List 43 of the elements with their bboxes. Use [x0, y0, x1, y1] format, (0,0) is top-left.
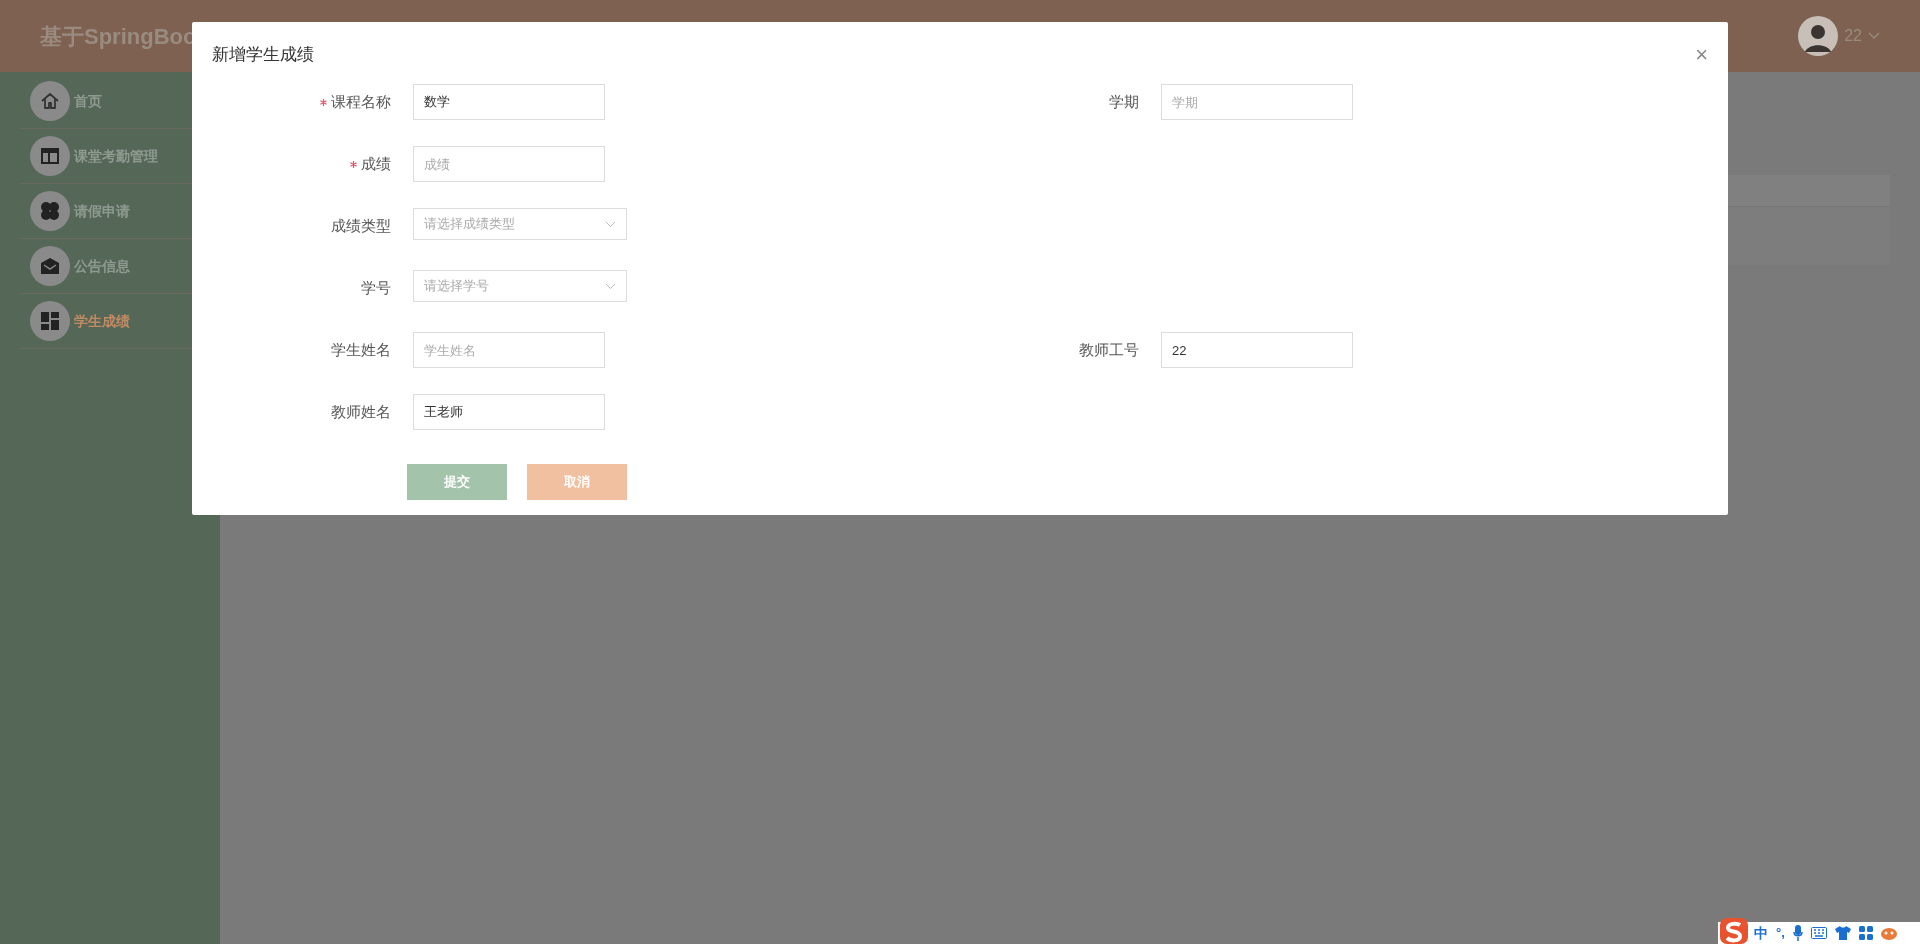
- field-label: 成绩类型: [331, 215, 391, 236]
- field-label: 学生姓名: [331, 339, 391, 360]
- mascot-icon[interactable]: [1880, 926, 1897, 940]
- avatar-icon: [1798, 16, 1839, 56]
- input-field[interactable]: 22: [1161, 332, 1353, 368]
- input-mode-text[interactable]: 中: [1754, 922, 1768, 944]
- close-button[interactable]: ×: [1695, 44, 1708, 66]
- input-field[interactable]: 学生姓名: [413, 332, 605, 368]
- microphone-icon[interactable]: [1792, 925, 1803, 941]
- input-field[interactable]: 学期: [1161, 84, 1353, 120]
- field-label: 教师姓名: [331, 401, 391, 422]
- sogou-logo-icon[interactable]: [1720, 918, 1748, 944]
- field-label: 学号: [361, 277, 391, 298]
- sidebar-item[interactable]: 学生成绩: [74, 310, 130, 332]
- home-icon: [39, 90, 61, 112]
- sidebar-item[interactable]: 请假申请: [74, 200, 130, 222]
- field-label: 学期: [1109, 91, 1139, 112]
- submit-button[interactable]: 提交: [407, 464, 507, 500]
- input-field[interactable]: 成绩: [413, 146, 605, 182]
- asterisk-icon: [320, 98, 327, 106]
- input-field[interactable]: 数学: [413, 84, 605, 120]
- select-field[interactable]: 请选择成绩类型: [413, 208, 627, 240]
- sidebar-item[interactable]: 课堂考勤管理: [74, 145, 158, 167]
- input-field[interactable]: 王老师: [413, 394, 605, 430]
- keyboard-icon[interactable]: [1810, 927, 1827, 939]
- asterisk-icon: [350, 160, 357, 168]
- dashboard-icon: [39, 310, 61, 332]
- clover-icon: [39, 200, 61, 222]
- shirt-icon[interactable]: [1834, 926, 1851, 940]
- grid-icon[interactable]: [1858, 926, 1873, 940]
- field-label: 成绩: [361, 153, 391, 174]
- chevron-down-icon: [605, 282, 616, 290]
- chevron-down-icon: [605, 220, 616, 228]
- layout-icon: [39, 145, 61, 167]
- sidebar-item[interactable]: 首页: [74, 90, 102, 112]
- envelope-icon: [39, 255, 61, 277]
- punctuation-text[interactable]: °,: [1776, 923, 1785, 943]
- select-field[interactable]: 请选择学号: [413, 270, 627, 302]
- sidebar-item[interactable]: 公告信息: [74, 255, 130, 277]
- dialog-title: 新增学生成绩: [212, 44, 314, 67]
- field-label: 教师工号: [1079, 339, 1139, 360]
- field-label: 课程名称: [331, 91, 391, 112]
- cancel-button[interactable]: 取消: [527, 464, 627, 500]
